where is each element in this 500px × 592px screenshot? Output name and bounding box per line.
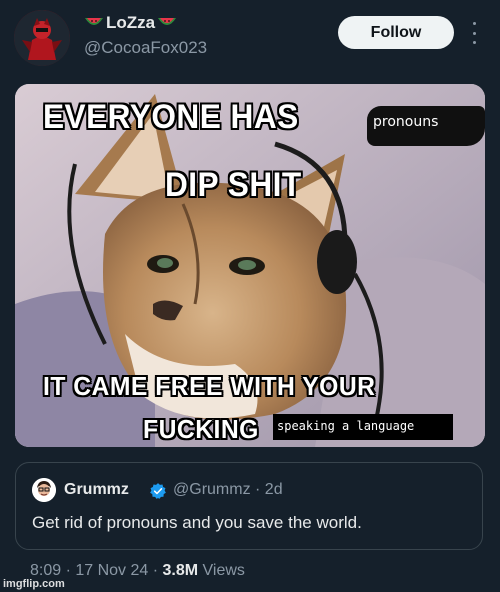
watermelon-icon	[157, 16, 177, 30]
meme-text-fourth: FUCKING	[143, 414, 259, 444]
quoted-tweet-card[interactable]: Grummz @Grummz · 2d Get rid of pronouns …	[15, 462, 483, 550]
overlay-caption-text: speaking a language	[277, 419, 415, 433]
meme-text-top: EVERYONE HAS	[43, 98, 299, 136]
watermelon-icon	[84, 16, 104, 30]
timestamp[interactable]: 8:09 · 17 Nov 24 ·	[30, 562, 163, 579]
verified-badge-icon	[150, 483, 166, 499]
quoted-display-name[interactable]: Grummz	[64, 481, 129, 499]
views-count: 3.8M	[162, 562, 199, 579]
quoted-tweet-text: Get rid of pronouns and you save the wor…	[32, 513, 362, 532]
views-label: Views	[198, 562, 245, 579]
avatar[interactable]	[14, 10, 70, 66]
quoted-handle-time[interactable]: @Grummz · 2d	[173, 481, 283, 499]
meme-text-second: DIP SHIT	[165, 166, 302, 204]
author-name-row[interactable]: LoZza	[84, 13, 177, 33]
author-display-name[interactable]: LoZza	[106, 13, 155, 33]
meme-text-third: IT CAME FREE WITH YOUR	[43, 371, 376, 401]
overlay-pronouns-text: pronouns	[373, 114, 439, 130]
more-options-icon[interactable]	[466, 22, 482, 44]
author-handle[interactable]: @CocoaFox023	[84, 38, 207, 58]
imgflip-watermark: imgflip.com	[3, 578, 65, 590]
quoted-avatar[interactable]	[32, 478, 56, 502]
tweet-media-image[interactable]: EVERYONE HAS pronouns DIP SHIT IT CAME F…	[15, 84, 485, 447]
follow-button[interactable]: Follow	[338, 16, 454, 49]
